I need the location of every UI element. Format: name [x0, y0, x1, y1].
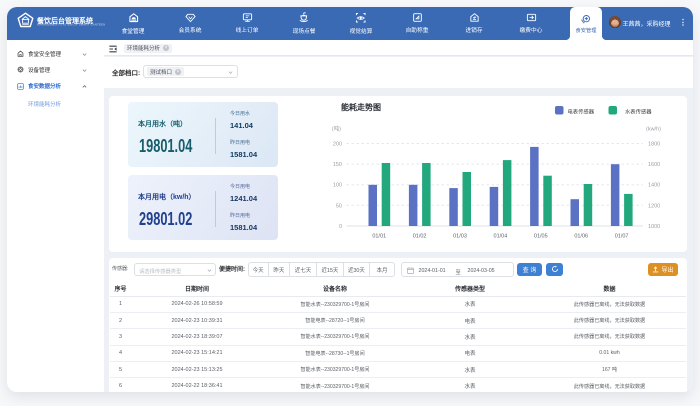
svg-text:1200: 1200: [648, 203, 660, 209]
svg-text:0: 0: [339, 224, 342, 230]
svg-text:150: 150: [333, 162, 342, 168]
svg-text:01/01: 01/01: [372, 234, 386, 240]
svg-text:(kw/h): (kw/h): [646, 127, 661, 133]
svg-text:水表传感器: 水表传感器: [625, 108, 652, 116]
svg-text:1000: 1000: [648, 224, 660, 230]
svg-text:1600: 1600: [648, 162, 660, 168]
svg-text:(吨): (吨): [332, 125, 341, 133]
svg-text:100: 100: [333, 183, 342, 189]
svg-text:01/05: 01/05: [534, 234, 548, 240]
svg-text:01/02: 01/02: [413, 234, 427, 240]
svg-text:能耗走势图: 能耗走势图: [341, 102, 381, 112]
svg-text:01/03: 01/03: [453, 234, 467, 240]
svg-text:01/07: 01/07: [615, 234, 629, 240]
svg-text:200: 200: [333, 142, 342, 148]
svg-text:电表传感器: 电表传感器: [568, 108, 595, 116]
svg-text:01/06: 01/06: [574, 234, 588, 240]
svg-text:01/04: 01/04: [494, 234, 508, 240]
svg-text:1800: 1800: [648, 142, 660, 148]
svg-text:1400: 1400: [648, 183, 660, 189]
svg-text:50: 50: [336, 203, 342, 209]
